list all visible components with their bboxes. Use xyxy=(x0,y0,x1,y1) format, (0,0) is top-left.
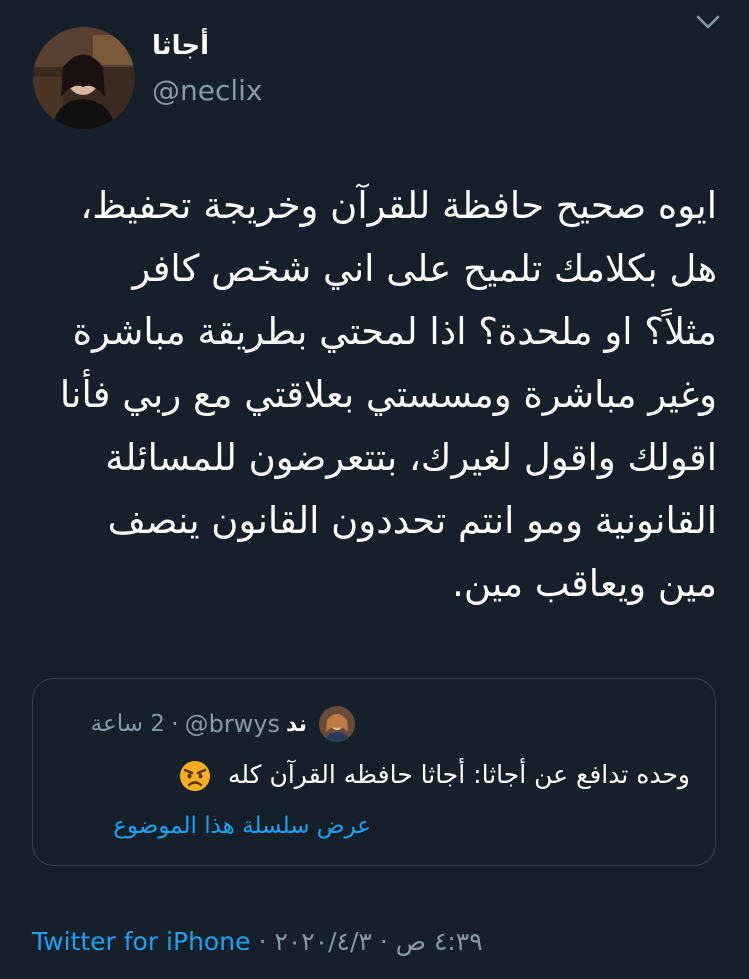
quoted-tweet-text-content: وحده تدافع عن أجاثا: أجاثا حافظه القرآن … xyxy=(227,760,690,789)
tweet-text-line: هل بكلامك تلميح على اني شخص كافر xyxy=(132,247,717,290)
quoted-tweet-card[interactable]: ند @brwys · 2 ساعة وحده تدافع عن أجاثا: … xyxy=(32,678,716,866)
tweet-text: ايوه صحيح حافظة للقرآن وخريجة تحفيظ، هل … xyxy=(30,174,717,615)
tweet-date[interactable]: ٢٠٢٠/٤/٣ xyxy=(274,927,371,956)
quoted-avatar[interactable] xyxy=(319,706,355,742)
tweet-text-line: وغير مباشرة ومسستي بعلاقتي مع ربي فأنا xyxy=(59,373,717,416)
separator-dot: · xyxy=(258,926,267,956)
quoted-handle[interactable]: @brwys xyxy=(185,710,280,738)
angry-face-icon xyxy=(178,759,212,793)
quoted-tweet-text: وحده تدافع عن أجاثا: أجاثا حافظه القرآن … xyxy=(33,759,715,793)
quoted-tweet-header: ند @brwys · 2 ساعة xyxy=(91,702,355,746)
author-display-name[interactable]: أجاثا xyxy=(152,31,209,61)
tweet-time[interactable]: ٤:٣٩ ص xyxy=(396,927,483,956)
tweet-footer: Twitter for iPhone · ٢٠٢٠/٤/٣ · ٤:٣٩ ص xyxy=(32,922,483,960)
chevron-down-icon[interactable] xyxy=(694,10,722,34)
separator-dot: · xyxy=(379,926,388,956)
separator-dot: · xyxy=(170,710,179,738)
avatar[interactable] xyxy=(33,27,135,129)
source-link[interactable]: Twitter for iPhone xyxy=(32,927,250,956)
tweet-text-line: مين ويعاقب مين. xyxy=(452,562,717,605)
show-thread-link[interactable]: عرض سلسلة هذا الموضوع xyxy=(113,813,371,839)
quoted-display-name[interactable]: ند xyxy=(286,712,307,737)
author-handle[interactable]: @neclix xyxy=(152,74,263,107)
tweet-text-line: اقولك واقول لغيرك، بتتعرضون للمسائلة xyxy=(105,436,717,479)
tweet-text-line: ايوه صحيح حافظة للقرآن وخريجة تحفيظ، xyxy=(80,184,717,227)
tweet-text-line: مثلاً؟ او ملحدة؟ اذا لمحتي بطريقة مباشرة xyxy=(72,310,717,353)
quoted-time-ago: 2 ساعة xyxy=(90,711,165,737)
tweet-text-line: القانونية ومو انتم تحددون القانون ينصف xyxy=(107,499,717,542)
